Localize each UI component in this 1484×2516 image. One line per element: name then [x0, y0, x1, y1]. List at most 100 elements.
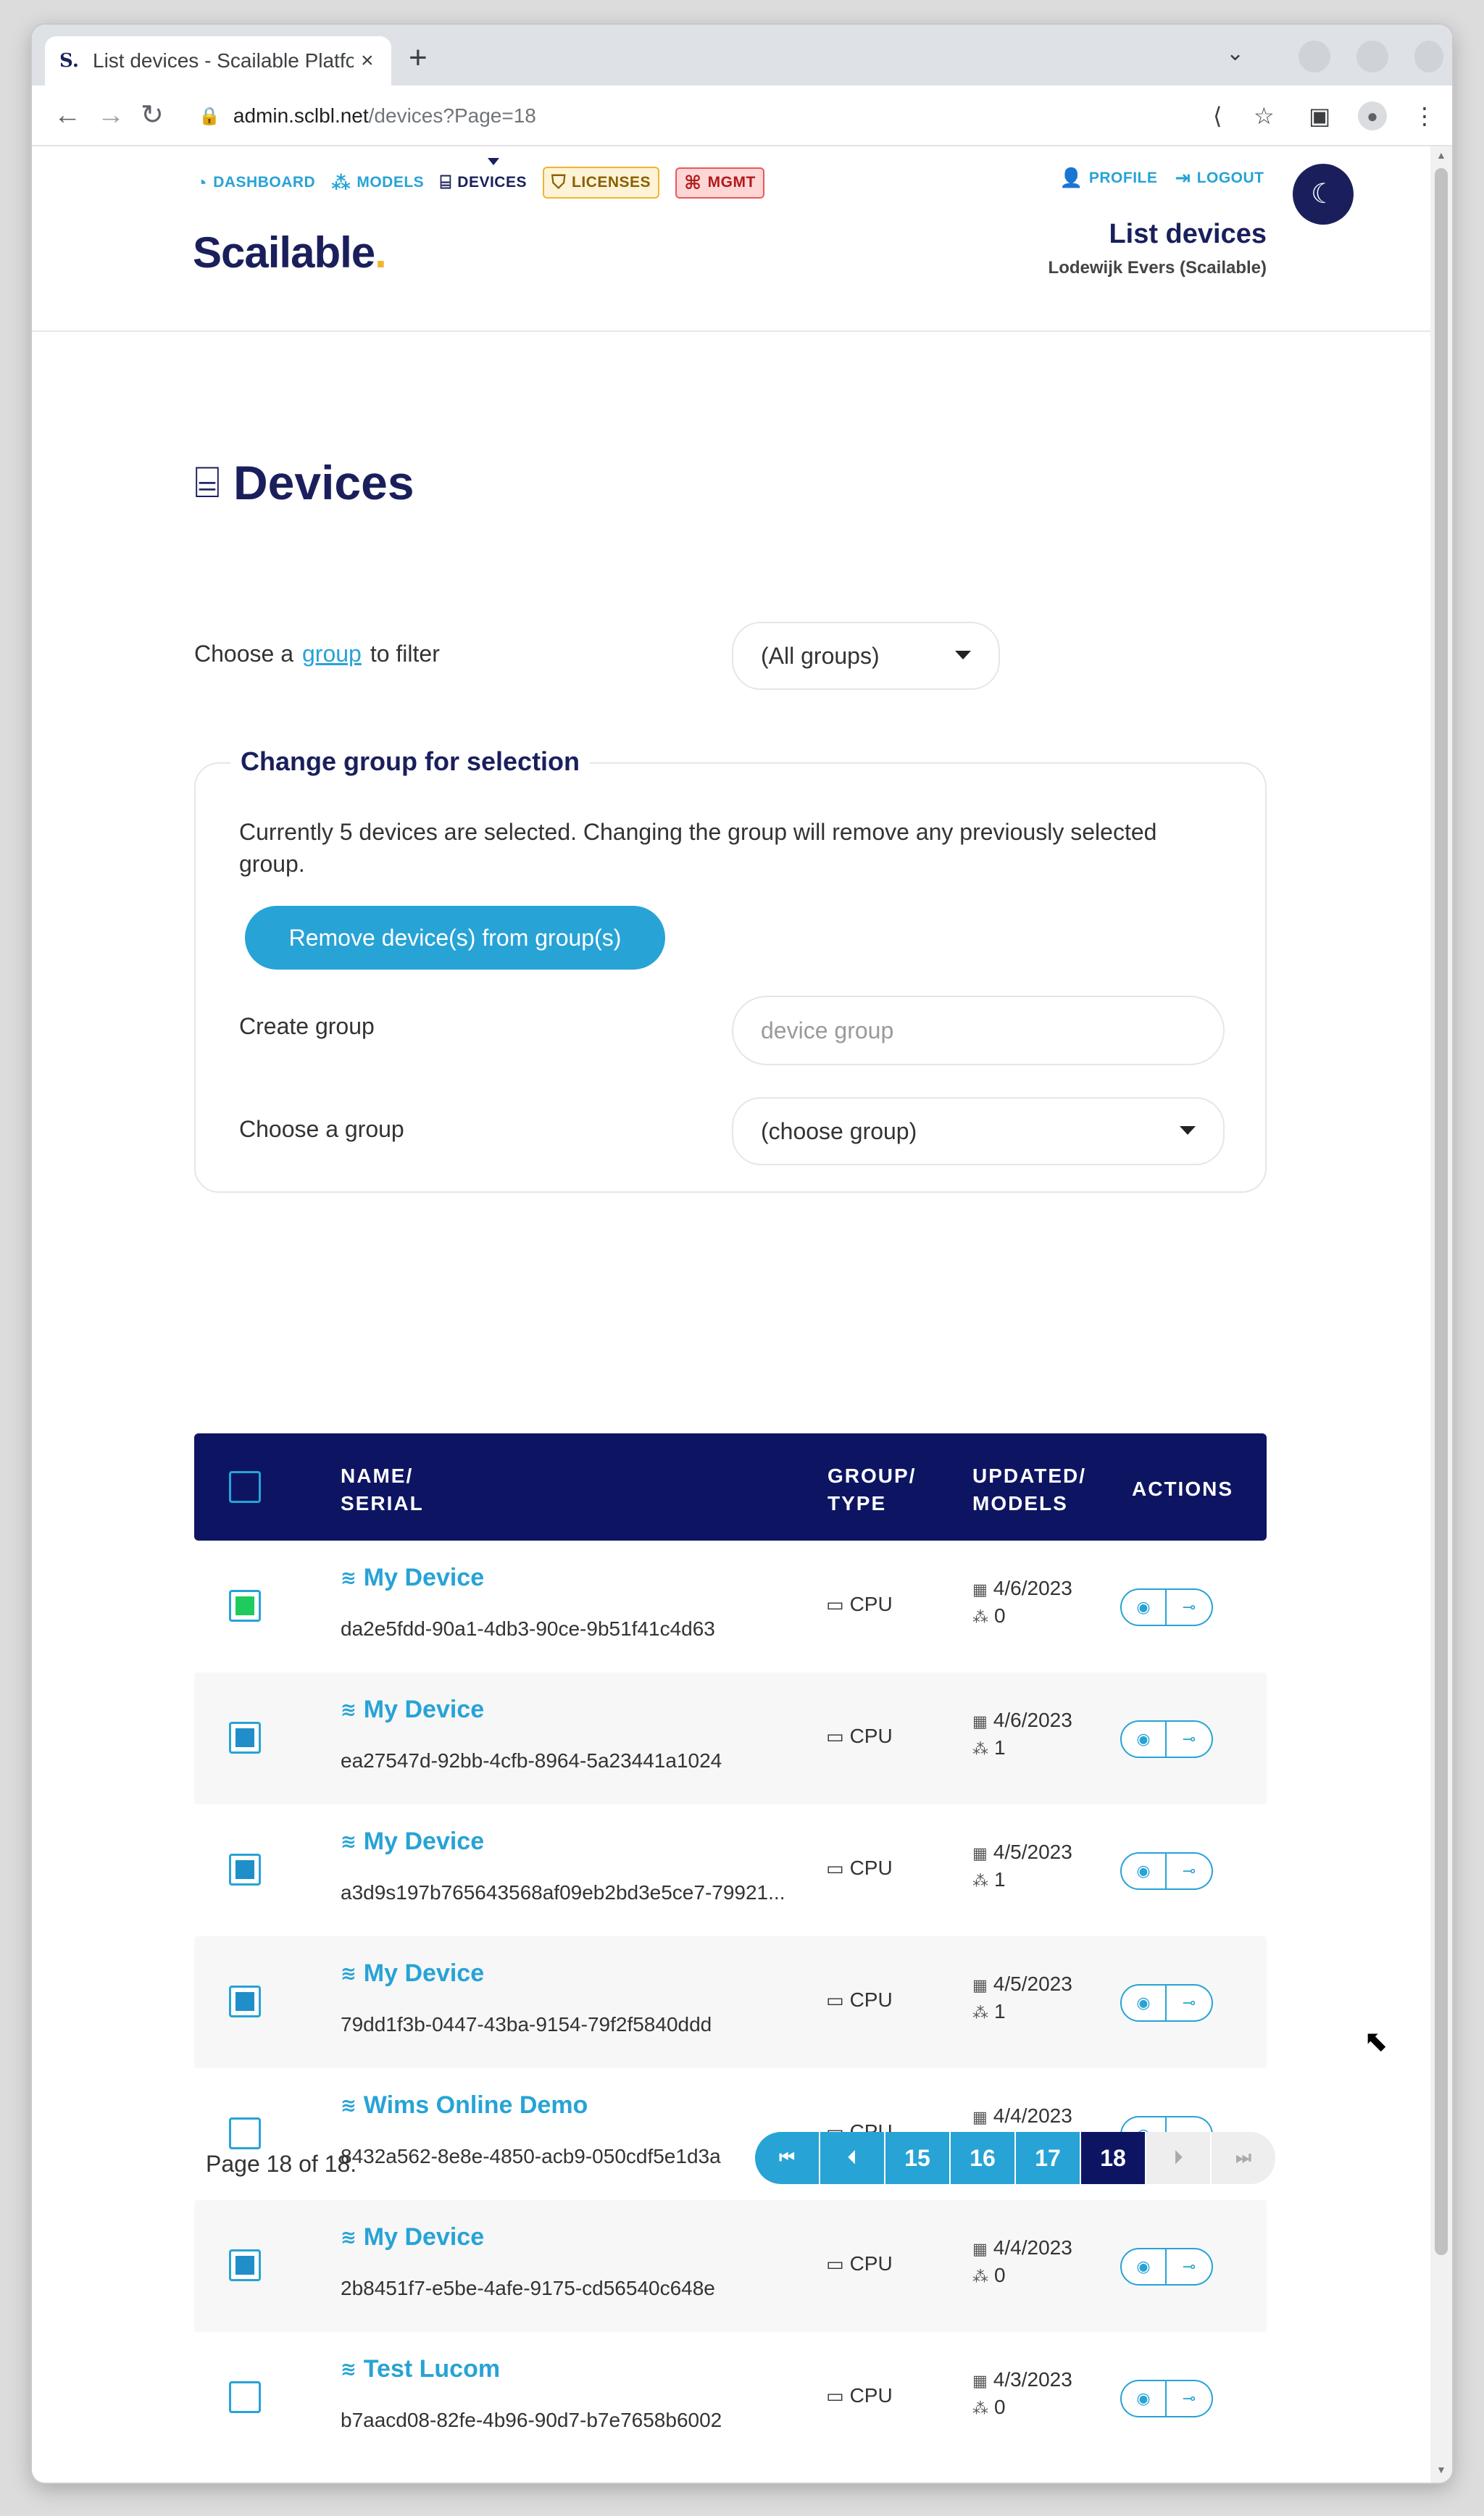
assign-model-icon[interactable]: ⊸ — [1167, 1852, 1213, 1890]
page-title-row: ⌸ Devices — [194, 455, 414, 510]
row-select-checkbox[interactable] — [229, 1854, 261, 1886]
network-icon: ⁂ — [972, 2399, 988, 2417]
nav-models[interactable]: ⁂ Models — [331, 172, 424, 194]
url-path: /devices?Page=18 — [368, 104, 536, 127]
page-button-15[interactable]: 15 — [885, 2132, 951, 2184]
minimize-button[interactable] — [1298, 41, 1330, 72]
device-name-link[interactable]: ≋ My Device — [341, 1828, 484, 1856]
device-type-label: CPU — [849, 2384, 893, 2407]
scroll-down-icon[interactable]: ▼ — [1436, 2464, 1446, 2475]
table-row: ≋ My Device da2e5fdd-90a1-4db3-90ce-9b51f4… — [194, 1541, 1267, 1673]
assign-model-icon[interactable]: ⊸ — [1167, 2248, 1213, 2286]
group-link[interactable]: group — [302, 641, 362, 667]
tab-strip: S. List devices - Scailable Platform × +… — [32, 25, 1452, 86]
page-button-18[interactable]: 18 — [1081, 2132, 1146, 2184]
device-name-link[interactable]: ≋ My Device — [341, 2223, 484, 2252]
row-actions: ◉⊸ — [1120, 2380, 1213, 2417]
view-eye-icon[interactable]: ◉ — [1120, 2380, 1167, 2417]
previous-page-icon[interactable]: ⏴ — [820, 2132, 885, 2184]
remove-from-group-button[interactable]: Remove device(s) from group(s) — [245, 906, 665, 970]
forward-arrow-icon[interactable]: → — [97, 97, 125, 133]
nav-licenses[interactable]: ⛉ Licenses — [542, 167, 660, 199]
row-actions: ◉⊸ — [1120, 1984, 1213, 2022]
row-select-checkbox[interactable] — [229, 2249, 261, 2281]
close-tab-icon[interactable]: × — [361, 49, 374, 73]
kebab-menu-icon[interactable]: ⋮ — [1413, 103, 1436, 129]
tab-search-chevron-icon[interactable]: ⌄ — [1226, 41, 1244, 66]
create-group-input[interactable] — [732, 996, 1225, 1065]
view-eye-icon[interactable]: ◉ — [1120, 1588, 1167, 1626]
device-name-link[interactable]: ≋ My Device — [341, 1564, 484, 1592]
nav-logout[interactable]: ⇥ Logout — [1175, 167, 1264, 189]
device-models-count: 0 — [994, 1604, 1006, 1627]
scroll-up-icon[interactable]: ▲ — [1436, 149, 1446, 161]
column-header-group[interactable]: Group/Type — [828, 1462, 916, 1517]
nav-devices[interactable]: ⌸ Devices — [440, 158, 527, 194]
view-eye-icon[interactable]: ◉ — [1120, 1984, 1167, 2022]
mouse-cursor-icon: ⬉ — [1364, 2025, 1388, 2057]
table-row: ≋ Test Lucom b7aacd08-82fe-4b96-90d7-b7e76… — [194, 2332, 1267, 2464]
choose-group-value: (choose group) — [761, 1117, 917, 1144]
calendar-icon: ▦ — [972, 1712, 988, 1730]
table-body: ≋ My Device da2e5fdd-90a1-4db3-90ce-9b51f4… — [194, 1541, 1267, 2464]
nav-dashboard[interactable]: ◔ Dashboard — [196, 172, 315, 194]
row-actions: ◉⊸ — [1120, 1588, 1213, 1626]
row-select-checkbox[interactable] — [229, 2117, 261, 2149]
page-title: Devices — [233, 456, 414, 509]
group-filter-select[interactable]: (All groups) — [732, 622, 1000, 690]
view-eye-icon[interactable]: ◉ — [1120, 2248, 1167, 2286]
page-button-16[interactable]: 16 — [951, 2132, 1016, 2184]
nav-models-label: Models — [357, 174, 425, 191]
assign-model-icon[interactable]: ⊸ — [1167, 1720, 1213, 1758]
row-select-checkbox[interactable] — [229, 2381, 261, 2413]
device-type: ▭CPU — [826, 1988, 893, 2012]
device-type-label: CPU — [849, 1593, 893, 1615]
row-select-checkbox[interactable] — [229, 1722, 261, 1754]
selection-message: Currently 5 devices are selected. Changi… — [239, 819, 1157, 877]
device-name: My Device — [363, 1959, 485, 1987]
new-tab-icon[interactable]: + — [409, 42, 428, 74]
side-panel-icon[interactable]: ▣ — [1309, 103, 1330, 129]
column-header-updated[interactable]: Updated/Models — [972, 1462, 1086, 1517]
row-select-checkbox[interactable] — [229, 1590, 261, 1622]
page-scrollbar[interactable]: ▲ ▼ — [1430, 146, 1452, 2483]
back-arrow-icon[interactable]: ← — [54, 97, 81, 133]
assign-model-icon[interactable]: ⊸ — [1167, 1984, 1213, 2022]
device-name-link[interactable]: ≋ Wims Online Demo — [341, 2091, 588, 2120]
first-page-icon[interactable]: ⏮ — [755, 2132, 820, 2184]
device-models-count: 0 — [994, 2264, 1006, 2286]
assign-model-icon[interactable]: ⊸ — [1167, 2380, 1213, 2417]
assign-model-icon[interactable]: ⊸ — [1167, 1588, 1213, 1626]
nav-profile[interactable]: 👤 Profile — [1059, 167, 1157, 189]
calendar-icon: ▦ — [972, 2372, 988, 2390]
maximize-button[interactable] — [1356, 41, 1388, 72]
scrollbar-thumb[interactable] — [1435, 168, 1448, 2255]
device-updated-date: 4/6/2023 — [993, 1577, 1072, 1599]
choose-group-select[interactable]: (choose group) — [732, 1097, 1225, 1165]
reload-icon[interactable]: ↻ — [141, 97, 164, 133]
row-select-checkbox[interactable] — [229, 1986, 261, 2017]
page-button-17[interactable]: 17 — [1016, 2132, 1081, 2184]
device-name-link[interactable]: ≋ Test Lucom — [341, 2355, 500, 2383]
dark-mode-toggle-moon-icon[interactable]: ☾ — [1293, 164, 1354, 225]
device-name-link[interactable]: ≋ My Device — [341, 1696, 484, 1724]
share-icon[interactable]: ⟨ — [1213, 103, 1222, 129]
view-eye-icon[interactable]: ◉ — [1120, 1720, 1167, 1758]
view-eye-icon[interactable]: ◉ — [1120, 1852, 1167, 1890]
network-icon: ⁂ — [972, 1872, 988, 1890]
brand-logo[interactable]: Scailable. — [193, 228, 387, 278]
star-icon[interactable]: ☆ — [1254, 103, 1275, 129]
address-bar[interactable]: 🔒 admin.sclbl.net/devices?Page=18 — [184, 94, 1314, 138]
browser-tab[interactable]: S. List devices - Scailable Platform × — [45, 36, 391, 86]
table-row: ≋ My Device a3d9s197b765643568af09eb2bd3e5… — [194, 1804, 1267, 1936]
devices-table: Name/Serial Group/Type Updated/Models Ac… — [194, 1433, 1267, 2464]
select-all-checkbox[interactable] — [229, 1471, 261, 1503]
device-updated: ▦ 4/4/2023 — [972, 2236, 1072, 2259]
wifi-signal-icon: ≋ — [341, 2358, 357, 2380]
device-name-link[interactable]: ≋ My Device — [341, 1959, 484, 1988]
nav-devices-label: Devices — [457, 174, 527, 191]
profile-icon[interactable]: ● — [1358, 101, 1387, 130]
nav-mgmt[interactable]: ⌘ Mgmt — [675, 167, 764, 199]
close-window-button[interactable] — [1414, 41, 1443, 72]
column-header-name[interactable]: Name/Serial — [341, 1462, 424, 1517]
